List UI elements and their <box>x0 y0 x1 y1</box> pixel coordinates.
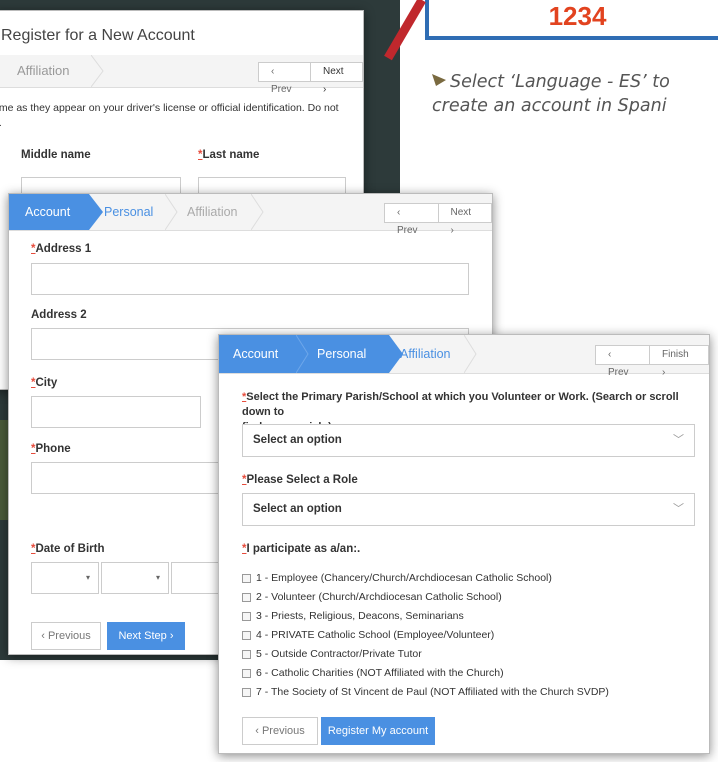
language-note-line2: create an account in Spani <box>432 96 667 116</box>
prev-button[interactable]: ‹ Prev <box>259 63 310 95</box>
list-item[interactable]: 6 - Catholic Charities (NOT Affiliated w… <box>242 665 504 681</box>
register-title: Register for a New Account <box>1 27 195 44</box>
list-item[interactable]: 2 - Volunteer (Church/Archdiocesan Catho… <box>242 589 502 605</box>
wizard-tabbar: Account Personal Affiliation ‹ Prev Fini… <box>219 335 709 378</box>
parish-select[interactable]: Select an option ﹀ <box>242 424 695 457</box>
checkbox[interactable] <box>242 573 251 583</box>
dob-year-select[interactable] <box>171 562 221 594</box>
checkbox[interactable] <box>242 611 251 621</box>
prev-button[interactable]: ‹ Prev <box>596 346 649 378</box>
tab-affiliation[interactable]: Affiliation <box>187 194 238 230</box>
dob-label: *Date of Birth <box>31 543 105 555</box>
pager: ‹ Prev Next › <box>258 62 363 95</box>
address1-field[interactable] <box>31 263 469 295</box>
pager: ‹ Prev Next › <box>384 203 492 236</box>
register-button[interactable]: Register My account <box>321 717 435 745</box>
chevron-left-icon: ‹ <box>255 725 259 737</box>
wizard-tabbar: Affiliation ‹ Prev Next › <box>0 55 363 95</box>
tab-chevron-icon <box>251 194 264 230</box>
tab-personal[interactable]: Personal <box>104 194 153 230</box>
chevron-right-icon: › <box>662 367 666 378</box>
callout-number: 1234 <box>548 1 607 31</box>
address2-label: Address 2 <box>31 309 87 321</box>
dob-month-select[interactable]: ▾ <box>31 562 99 594</box>
role-label: *Please Select a Role <box>242 474 358 486</box>
checkbox[interactable] <box>242 630 251 640</box>
chevron-left-icon: ‹ <box>397 207 401 218</box>
wizard-tabbar: Account Personal Affiliation ‹ Prev Next… <box>9 194 492 236</box>
callout-box: 1234 <box>425 0 718 40</box>
list-item[interactable]: 3 - Priests, Religious, Deacons, Seminar… <box>242 608 464 624</box>
checkbox[interactable] <box>242 687 251 697</box>
instructions: ame as they appear on your driver's lice… <box>0 102 339 129</box>
checkbox[interactable] <box>242 668 251 678</box>
last-name-label: *Last name <box>198 149 260 161</box>
tab-chevron-icon <box>464 335 477 373</box>
chevron-left-icon: ‹ <box>41 630 45 642</box>
finish-button[interactable]: Finish › <box>649 346 708 378</box>
phone-label: *Phone <box>31 443 71 455</box>
role-select[interactable]: Select an option ﹀ <box>242 493 695 526</box>
pager: ‹ Prev Finish › <box>595 345 709 378</box>
language-note: Select ‘Language - ES’ to create an acco… <box>432 70 718 118</box>
caret-down-icon: ▾ <box>85 573 90 582</box>
tab-account[interactable]: Account <box>9 194 89 230</box>
tab-chevron-icon <box>296 335 309 373</box>
list-item[interactable]: 1 - Employee (Chancery/Church/Archdioces… <box>242 570 552 586</box>
tab-chevron-icon <box>165 194 178 230</box>
checkbox[interactable] <box>242 592 251 602</box>
chevron-right-icon: › <box>169 630 174 642</box>
next-button[interactable]: Next › <box>437 204 492 236</box>
tab-affiliation[interactable]: Affiliation <box>400 335 451 373</box>
previous-button[interactable]: ‹ Previous <box>242 717 318 745</box>
chevron-left-icon: ‹ <box>608 349 612 360</box>
prev-button[interactable]: ‹ Prev <box>385 204 438 236</box>
chevron-left-icon: ‹ <box>271 66 275 77</box>
tab-chevron-icon <box>91 55 104 87</box>
checkbox[interactable] <box>242 649 251 659</box>
caret-down-icon: ▾ <box>155 573 160 582</box>
chevron-down-icon: ﹀ <box>673 503 684 515</box>
list-item[interactable]: 4 - PRIVATE Catholic School (Employee/Vo… <box>242 627 494 643</box>
chevron-right-icon: › <box>450 225 454 236</box>
chevron-down-icon: ﹀ <box>673 434 684 446</box>
next-button[interactable]: Next › <box>310 63 362 95</box>
register-panel-affiliation: Account Personal Affiliation ‹ Prev Fini… <box>218 334 710 754</box>
dob-day-select[interactable]: ▾ <box>101 562 169 594</box>
participate-label: *I participate as a/an:. <box>242 543 361 555</box>
middle-name-label: Middle name <box>21 149 91 161</box>
next-step-button[interactable]: Next Step › <box>107 622 185 650</box>
tab-personal[interactable]: Personal <box>317 335 366 373</box>
list-item[interactable]: 5 - Outside Contractor/Private Tutor <box>242 646 422 662</box>
previous-button[interactable]: ‹ Previous <box>31 622 101 650</box>
city-label: *City <box>31 377 58 389</box>
city-field[interactable] <box>31 396 201 428</box>
tab-affiliation[interactable]: Affiliation <box>17 55 70 87</box>
chevron-right-icon: › <box>323 84 327 95</box>
language-note-line1: Select ‘Language - ES’ to <box>450 72 670 92</box>
note-pointer-icon <box>432 74 446 86</box>
list-item[interactable]: 7 - The Society of St Vincent de Paul (N… <box>242 684 609 700</box>
address1-label: *Address 1 <box>31 243 92 255</box>
tab-account[interactable]: Account <box>233 335 278 373</box>
tab-active-arrow <box>89 194 103 230</box>
phone-field[interactable] <box>31 462 231 494</box>
